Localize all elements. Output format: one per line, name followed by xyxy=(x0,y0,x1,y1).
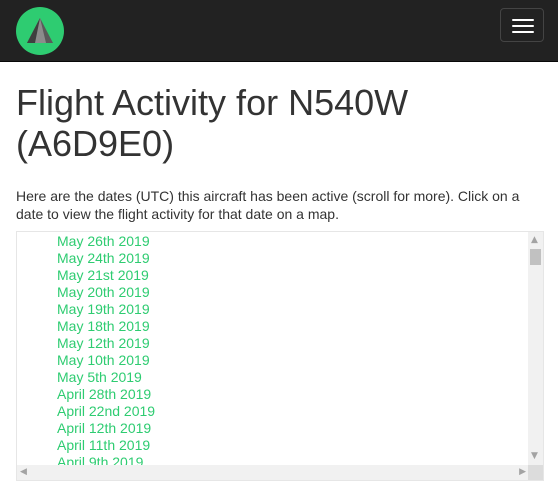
date-link[interactable]: April 11th 2019 xyxy=(57,437,150,454)
date-link[interactable]: May 10th 2019 xyxy=(57,352,150,369)
intro-text: Here are the dates (UTC) this aircraft h… xyxy=(16,188,520,222)
date-link[interactable]: May 24th 2019 xyxy=(57,250,150,267)
date-link[interactable]: April 12th 2019 xyxy=(57,420,151,437)
date-link[interactable]: May 20th 2019 xyxy=(57,284,150,301)
date-link[interactable]: May 18th 2019 xyxy=(57,318,150,335)
mountain-logo-icon[interactable] xyxy=(16,7,64,55)
hamburger-menu-icon xyxy=(512,19,534,21)
scroll-left-arrow-icon[interactable]: ◀ xyxy=(20,467,27,478)
date-list-box[interactable]: May 26th 2019 May 24th 2019 May 21st 201… xyxy=(16,231,544,481)
date-link[interactable]: May 26th 2019 xyxy=(57,233,150,250)
date-link[interactable]: May 19th 2019 xyxy=(57,301,150,318)
page-title: Flight Activity for N540W (A6D9E0) xyxy=(16,82,409,164)
vertical-scroll-thumb[interactable] xyxy=(530,249,541,265)
scroll-right-arrow-icon[interactable]: ▶ xyxy=(519,467,526,478)
navbar xyxy=(0,0,558,62)
scroll-up-arrow-icon[interactable]: ▲ xyxy=(531,235,538,246)
date-link[interactable]: April 9th 2019 xyxy=(57,454,143,465)
scroll-down-arrow-icon[interactable]: ▼ xyxy=(531,451,538,462)
date-list: May 26th 2019 May 24th 2019 May 21st 201… xyxy=(17,232,529,465)
horizontal-scrollbar[interactable]: ◀ ▶ xyxy=(17,465,529,480)
date-link[interactable]: May 21st 2019 xyxy=(57,267,149,284)
date-link[interactable]: May 12th 2019 xyxy=(57,335,150,352)
vertical-scrollbar[interactable]: ▲ ▼ xyxy=(528,232,543,465)
date-link[interactable]: May 5th 2019 xyxy=(57,369,142,386)
date-link[interactable]: April 28th 2019 xyxy=(57,386,151,403)
date-link[interactable]: April 22nd 2019 xyxy=(57,403,155,420)
scrollbar-corner xyxy=(528,465,543,480)
hamburger-menu-button[interactable] xyxy=(500,8,544,42)
